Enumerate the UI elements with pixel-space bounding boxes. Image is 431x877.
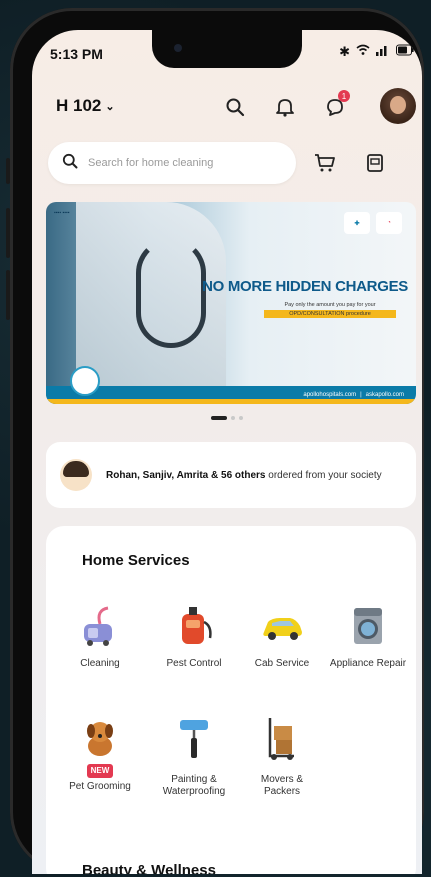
mute-switch [6,158,10,184]
service-label: Pet Grooming [69,781,131,792]
chat-badge: 1 [338,90,350,102]
cart-icon[interactable] [308,146,342,180]
status-time: 5:13 PM [50,46,103,62]
battery-icon [396,44,414,60]
flat-selector[interactable]: H 102 ⌄ [56,96,115,116]
search-row [32,142,422,188]
service-label: Appliance Repair [329,658,407,669]
banner-footer-left: apollohospitals.com [303,392,357,398]
banner-tag: ▪▪▪▪ ▪▪▪▪ [54,210,70,216]
flat-label: H 102 [56,96,102,115]
top-bar: H 102 ⌄ 1 [32,88,422,128]
social-proof-rest: ordered from your society [265,469,382,481]
wifi-icon [356,44,370,60]
service-pet-grooming[interactable]: NEW Pet Grooming [60,716,140,793]
service-movers[interactable]: Movers & Packers [242,716,322,798]
camera [174,44,182,52]
service-label: Movers & Packers [260,774,304,797]
search-field-icon [62,153,78,174]
taxi-icon [260,604,304,648]
service-label: Pest Control [166,658,222,669]
hospital-seal-icon [70,366,100,396]
carousel-dot[interactable] [239,416,243,420]
social-proof-names: Rohan, Sanjiv, Amrita & 56 others [106,469,266,481]
chat-icon[interactable]: 1 [318,90,352,124]
search-bar[interactable] [48,142,296,184]
stethoscope-image [136,238,206,348]
search-icon[interactable] [218,90,252,124]
beauty-wellness-title: Beauty & Wellness [82,862,216,874]
chevron-down-icon: ⌄ [105,100,115,113]
service-label: Cleaning [80,658,120,669]
banner-footer-right: askapollo.com [365,392,404,398]
volume-up-button [6,208,10,258]
carousel-dot-active[interactable] [211,416,227,420]
vacuum-icon [78,604,122,648]
search-input[interactable] [88,157,268,169]
service-cleaning[interactable]: Cleaning [60,604,140,670]
service-cab[interactable]: Cab Service [242,604,322,670]
status-icons: ✱ [339,44,414,60]
notch [152,30,302,68]
volume-down-button [6,270,10,320]
service-label: Painting & Waterproofing [162,774,226,797]
trolley-icon [260,716,304,760]
social-proof-text: Rohan, Sanjiv, Amrita & 56 others ordere… [106,469,382,482]
neighbour-avatar-icon [60,459,92,491]
service-painting[interactable]: Painting & Waterproofing [154,716,234,798]
service-pest-control[interactable]: Pest Control [154,604,234,670]
washing-machine-icon [346,604,390,648]
carousel-dots [32,416,422,420]
app-screen: 5:13 PM ✱ H 102 ⌄ 1 Search for home clea… [32,30,422,874]
banner-subtext: Pay only the amount you pay for your OPD… [264,302,396,318]
promo-banner[interactable]: ▪▪▪▪ ▪▪▪▪ ✚ ◔ NO MORE HIDDEN CHARGES Pay… [46,202,416,404]
pest-sprayer-icon [172,604,216,648]
apollo-logo: ✚ ◔ [344,212,402,234]
home-services-card: Home Services Cleaning Pest Control Cab … [46,526,416,874]
signal-icon [376,44,390,60]
orders-icon[interactable] [358,146,392,180]
service-appliance-repair[interactable]: Appliance Repair [328,604,408,670]
banner-footer-separator: | [360,392,362,398]
avatar[interactable] [380,88,416,124]
banner-footer-strip [46,399,416,404]
bluetooth-icon: ✱ [339,44,350,59]
paint-roller-icon [172,716,216,760]
service-label: Cab Service [254,658,310,669]
home-services-title: Home Services [82,552,190,569]
bell-icon[interactable] [268,90,302,124]
banner-headline: NO MORE HIDDEN CHARGES [202,278,408,295]
carousel-dot[interactable] [231,416,235,420]
social-proof-card[interactable]: Rohan, Sanjiv, Amrita & 56 others ordere… [46,442,416,508]
dog-icon [78,716,122,760]
phone-frame: 5:13 PM ✱ H 102 ⌄ 1 Search for home clea… [6,8,424,874]
banner-highlight: OPD/CONSULTATION procedure [264,310,396,318]
new-badge: NEW [86,764,114,778]
banner-subtext-line: Pay only the amount you pay for your [284,302,376,308]
